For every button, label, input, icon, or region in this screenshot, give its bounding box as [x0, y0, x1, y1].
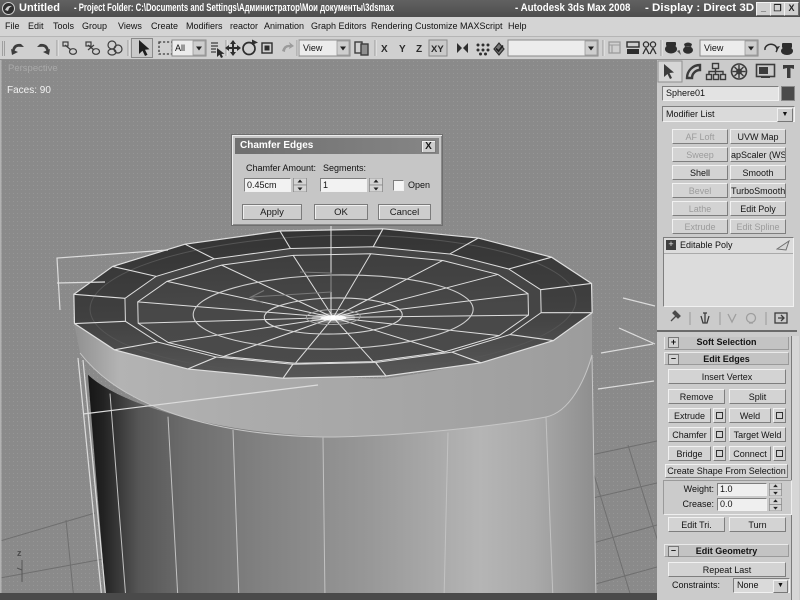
svg-text:XY: XY: [431, 44, 444, 55]
svg-text:Y: Y: [399, 44, 406, 55]
svg-text:z: z: [17, 548, 22, 558]
svg-text:Faces: 90: Faces: 90: [7, 85, 51, 96]
svg-text:Perspective: Perspective: [8, 63, 58, 74]
svg-text:View: View: [303, 43, 323, 53]
svg-text:Z: Z: [416, 44, 422, 55]
svg-text:X: X: [381, 44, 388, 55]
svg-text:View: View: [704, 43, 724, 53]
svg-text:All: All: [175, 43, 185, 53]
